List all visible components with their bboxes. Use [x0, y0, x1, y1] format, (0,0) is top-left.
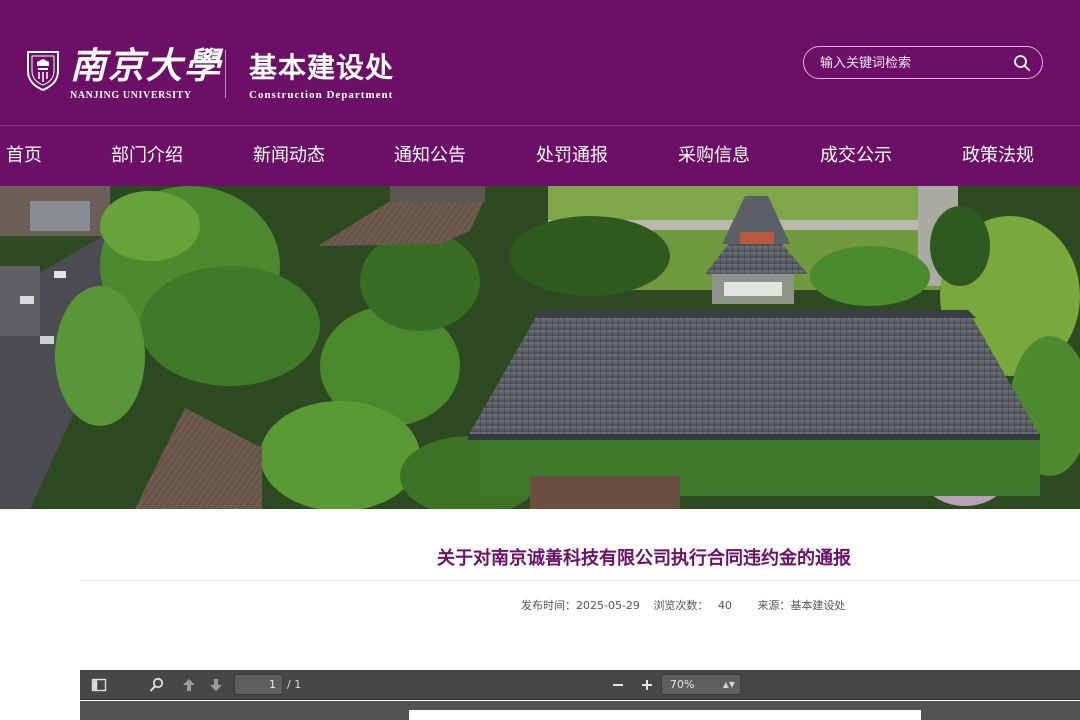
page-total: / 1 [287, 678, 302, 691]
previous-page-icon[interactable] [180, 676, 198, 694]
department-name-en: Construction Department [249, 89, 394, 101]
article-title: 关于对南京诚善科技有限公司执行合同违约金的通报 [437, 548, 851, 569]
nav-item-policies[interactable]: 政策法规 [962, 143, 1034, 169]
search-box [803, 46, 1043, 79]
chevron-updown-icon: ▲▼ [722, 680, 735, 689]
find-icon[interactable] [148, 676, 166, 694]
publish-date: 2025-05-29 [576, 599, 640, 612]
next-page-icon[interactable] [207, 676, 225, 694]
page-number-input[interactable] [234, 674, 283, 695]
title-divider [80, 580, 1080, 581]
pdf-page [409, 710, 921, 720]
search-icon[interactable] [1013, 54, 1031, 72]
zoom-value: 70% [670, 678, 695, 691]
views-label: 浏览次数： [653, 599, 709, 612]
zoom-out-icon[interactable] [609, 676, 627, 694]
nav-item-news[interactable]: 新闻动态 [253, 143, 325, 169]
department-logo[interactable]: 基本建设处 Construction Department [249, 50, 394, 101]
department-name-cn: 基本建设处 [249, 51, 395, 84]
search-input[interactable] [820, 53, 1005, 73]
nav-item-deals[interactable]: 成交公示 [820, 143, 892, 169]
nav-item-home[interactable]: 首页 [6, 143, 42, 169]
nav-item-notices[interactable]: 通知公告 [394, 143, 466, 169]
publish-label: 发布时间： [521, 599, 576, 612]
article-source: 基本建设处 [790, 599, 846, 612]
zoom-in-icon[interactable] [638, 676, 656, 694]
header-divider [225, 50, 226, 98]
view-count: 40 [717, 599, 732, 612]
source-label: 来源： [757, 599, 791, 612]
pdf-toolbar: / 1 70% ▲▼ [80, 670, 1080, 700]
university-name-cn: 南京大學 [70, 45, 223, 87]
zoom-select[interactable]: 70% ▲▼ [661, 674, 741, 695]
sidebar-toggle-icon[interactable] [90, 676, 108, 694]
nav-item-penalties[interactable]: 处罚通报 [536, 143, 608, 169]
site-header: 南京大學 NANJING UNIVERSITY 基本建设处 Constructi… [0, 0, 1080, 125]
university-logo[interactable]: 南京大學 NANJING UNIVERSITY [70, 44, 223, 101]
pdf-viewport[interactable] [80, 701, 1080, 720]
university-name-en: NANJING UNIVERSITY [70, 90, 192, 101]
university-crest-icon[interactable] [26, 49, 60, 91]
nav-item-about[interactable]: 部门介绍 [111, 143, 183, 169]
nav-item-procurement[interactable]: 采购信息 [678, 143, 750, 169]
main-nav: 首页 部门介绍 新闻动态 通知公告 处罚通报 采购信息 成交公示 政策法规 [0, 125, 1080, 186]
campus-banner [0, 186, 1080, 509]
campus-aerial-photo [0, 186, 1080, 509]
article-meta: 发布时间：2025-05-29 浏览次数： 40 来源：基本建设处 [521, 598, 845, 614]
